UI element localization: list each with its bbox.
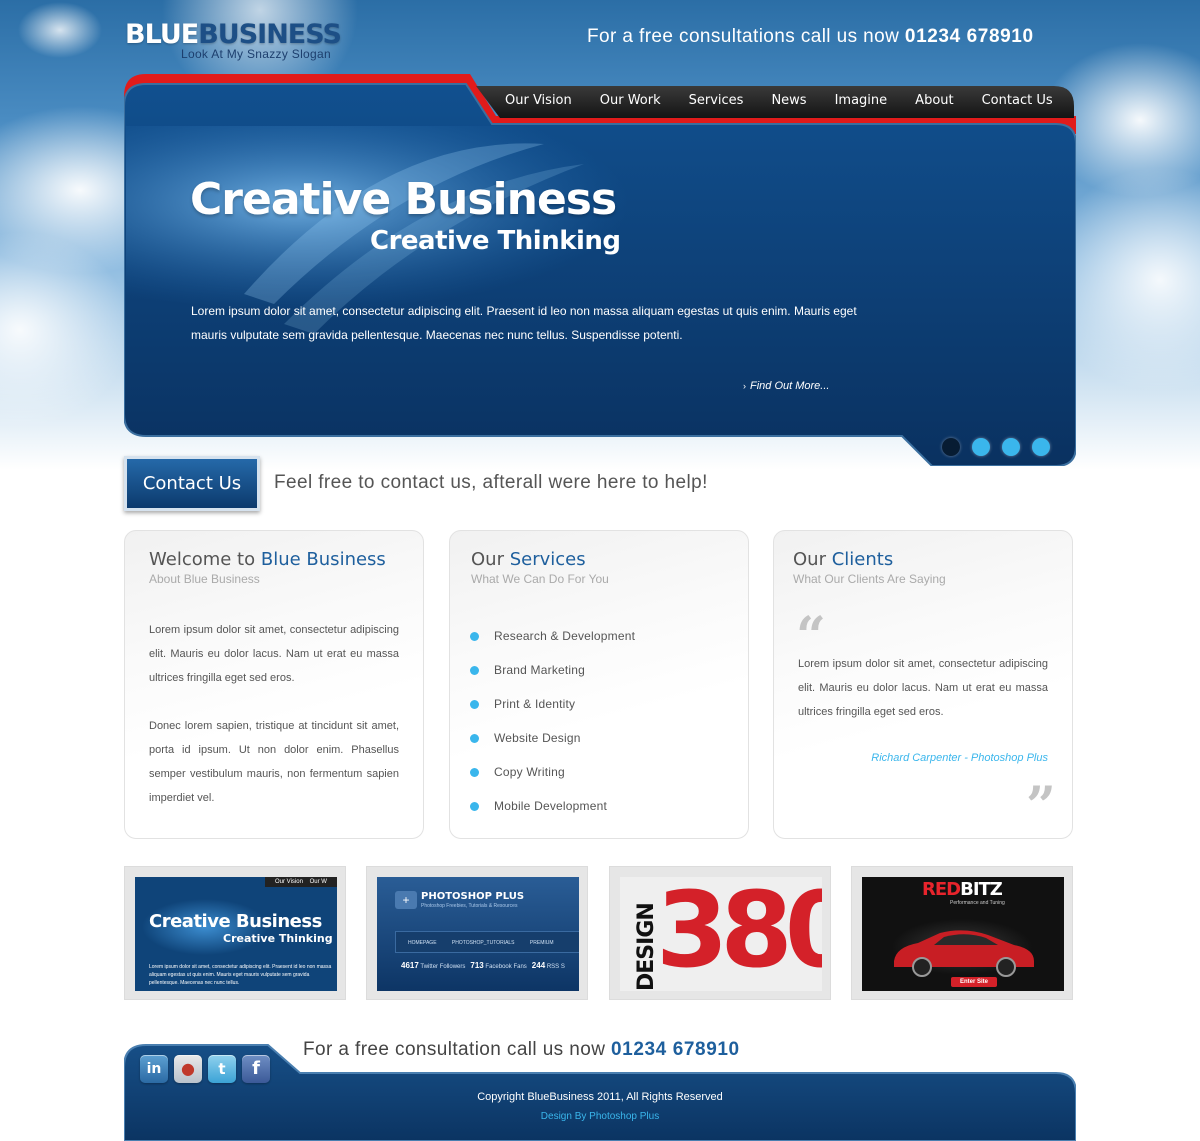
nav-our-vision[interactable]: Our Vision (491, 93, 586, 108)
nav-contact-us[interactable]: Contact Us (968, 93, 1067, 108)
service-item[interactable]: Print & Identity (470, 687, 635, 721)
thumb-image-design-380: DESIGN 380 (620, 877, 822, 991)
hero-text: Lorem ipsum dolor sit amet, consectetur … (191, 304, 857, 342)
reddit-icon[interactable]: ● (174, 1055, 202, 1083)
logo[interactable]: BLUEBUSINESS Look At My Snazzy Slogan (125, 19, 342, 62)
thumb-image-redbitz: REDBITZ Performance and Tuning Enter Sit… (862, 877, 1064, 991)
clients-title: Our Clients (793, 549, 894, 570)
slider-dot-1[interactable] (942, 438, 960, 456)
clients-box: Our Clients What Our Clients Are Saying … (773, 530, 1073, 839)
main-nav: Our Vision Our Work Services News Imagin… (491, 85, 1067, 115)
linkedin-icon[interactable]: in (140, 1055, 168, 1083)
footer-phone-number[interactable]: 01234 678910 (611, 1039, 740, 1060)
welcome-box: Welcome to Blue Business About Blue Busi… (124, 530, 424, 839)
nav-imagine[interactable]: Imagine (821, 93, 902, 108)
thumb-image-creative-business: Our Vision Our W Creative Business Creat… (135, 877, 337, 991)
header-phone: For a free consultations call us now 012… (587, 26, 1034, 47)
hero-title: Creative Business (190, 174, 617, 225)
welcome-paragraph-2: Donec lorem sapien, tristique at tincidu… (149, 720, 399, 804)
nav-news[interactable]: News (757, 93, 820, 108)
welcome-title: Welcome to Blue Business (149, 549, 386, 570)
footer-phone: For a free consultation call us now 0123… (303, 1039, 740, 1060)
social-links: in ● t f (140, 1055, 276, 1083)
bullet-icon (470, 767, 479, 777)
hero-slider: Our Vision Our Work Services News Imagin… (124, 74, 1076, 466)
quote-author: Richard Carpenter - Photoshop Plus (871, 752, 1048, 764)
services-box: Our Services What We Can Do For You Rese… (449, 530, 749, 839)
nav-services[interactable]: Services (675, 93, 758, 108)
service-item[interactable]: Mobile Development (470, 789, 635, 823)
slider-dot-2[interactable] (972, 438, 990, 456)
contact-tagline: Feel free to contact us, afterall were h… (274, 472, 708, 493)
slider-dots (942, 438, 1062, 456)
services-title: Our Services (471, 549, 586, 570)
clients-subtitle: What Our Clients Are Saying (793, 572, 946, 586)
bullet-icon (470, 631, 479, 641)
twitter-icon[interactable]: t (208, 1055, 236, 1083)
thumb-image-photoshop-plus: + PHOTOSHOP PLUS Photoshop Freebies, Tut… (377, 877, 579, 991)
portfolio-thumb-3[interactable]: DESIGN 380 (609, 866, 831, 1000)
chevron-right-icon: › (743, 381, 746, 391)
portfolio-thumb-1[interactable]: Our Vision Our W Creative Business Creat… (124, 866, 346, 1000)
portfolio-thumb-2[interactable]: + PHOTOSHOP PLUS Photoshop Freebies, Tut… (366, 866, 588, 1000)
quote-close-icon: ” (1026, 776, 1056, 837)
car-icon (894, 930, 1034, 977)
contact-us-button[interactable]: Contact Us (124, 456, 260, 511)
find-out-more-link[interactable]: › Find Out More... (743, 380, 829, 392)
bullet-icon (470, 665, 479, 675)
copyright: Copyright BlueBusiness 2011, All Rights … (477, 1091, 723, 1103)
design-by-link[interactable]: Design By Photoshop Plus (124, 1111, 1076, 1122)
service-item[interactable]: Research & Development (470, 619, 635, 653)
slider-dot-3[interactable] (1002, 438, 1020, 456)
hero-subtitle: Creative Thinking (370, 226, 621, 256)
hero-background (124, 74, 1076, 466)
bullet-icon (470, 801, 479, 811)
bullet-icon (470, 699, 479, 709)
facebook-icon[interactable]: f (242, 1055, 270, 1083)
welcome-subtitle: About Blue Business (149, 572, 260, 586)
logo-slogan: Look At My Snazzy Slogan (181, 47, 331, 61)
portfolio-thumb-4[interactable]: REDBITZ Performance and Tuning Enter Sit… (851, 866, 1073, 1000)
slider-dot-4[interactable] (1032, 438, 1050, 456)
footer: in ● t f For a free consultation call us… (124, 1039, 1076, 1141)
bullet-icon (470, 733, 479, 743)
service-item[interactable]: Copy Writing (470, 755, 635, 789)
services-list: Research & Development Brand Marketing P… (470, 619, 635, 823)
services-subtitle: What We Can Do For You (471, 572, 609, 586)
nav-about[interactable]: About (901, 93, 967, 108)
plus-icon: + (395, 891, 417, 909)
client-quote: Lorem ipsum dolor sit amet, consectetur … (798, 658, 1048, 718)
service-item[interactable]: Website Design (470, 721, 635, 755)
nav-our-work[interactable]: Our Work (586, 93, 675, 108)
service-item[interactable]: Brand Marketing (470, 653, 635, 687)
header-phone-number[interactable]: 01234 678910 (905, 26, 1034, 47)
welcome-paragraph-1: Lorem ipsum dolor sit amet, consectetur … (149, 624, 399, 684)
logo-title: BLUEBUSINESS (125, 19, 342, 50)
